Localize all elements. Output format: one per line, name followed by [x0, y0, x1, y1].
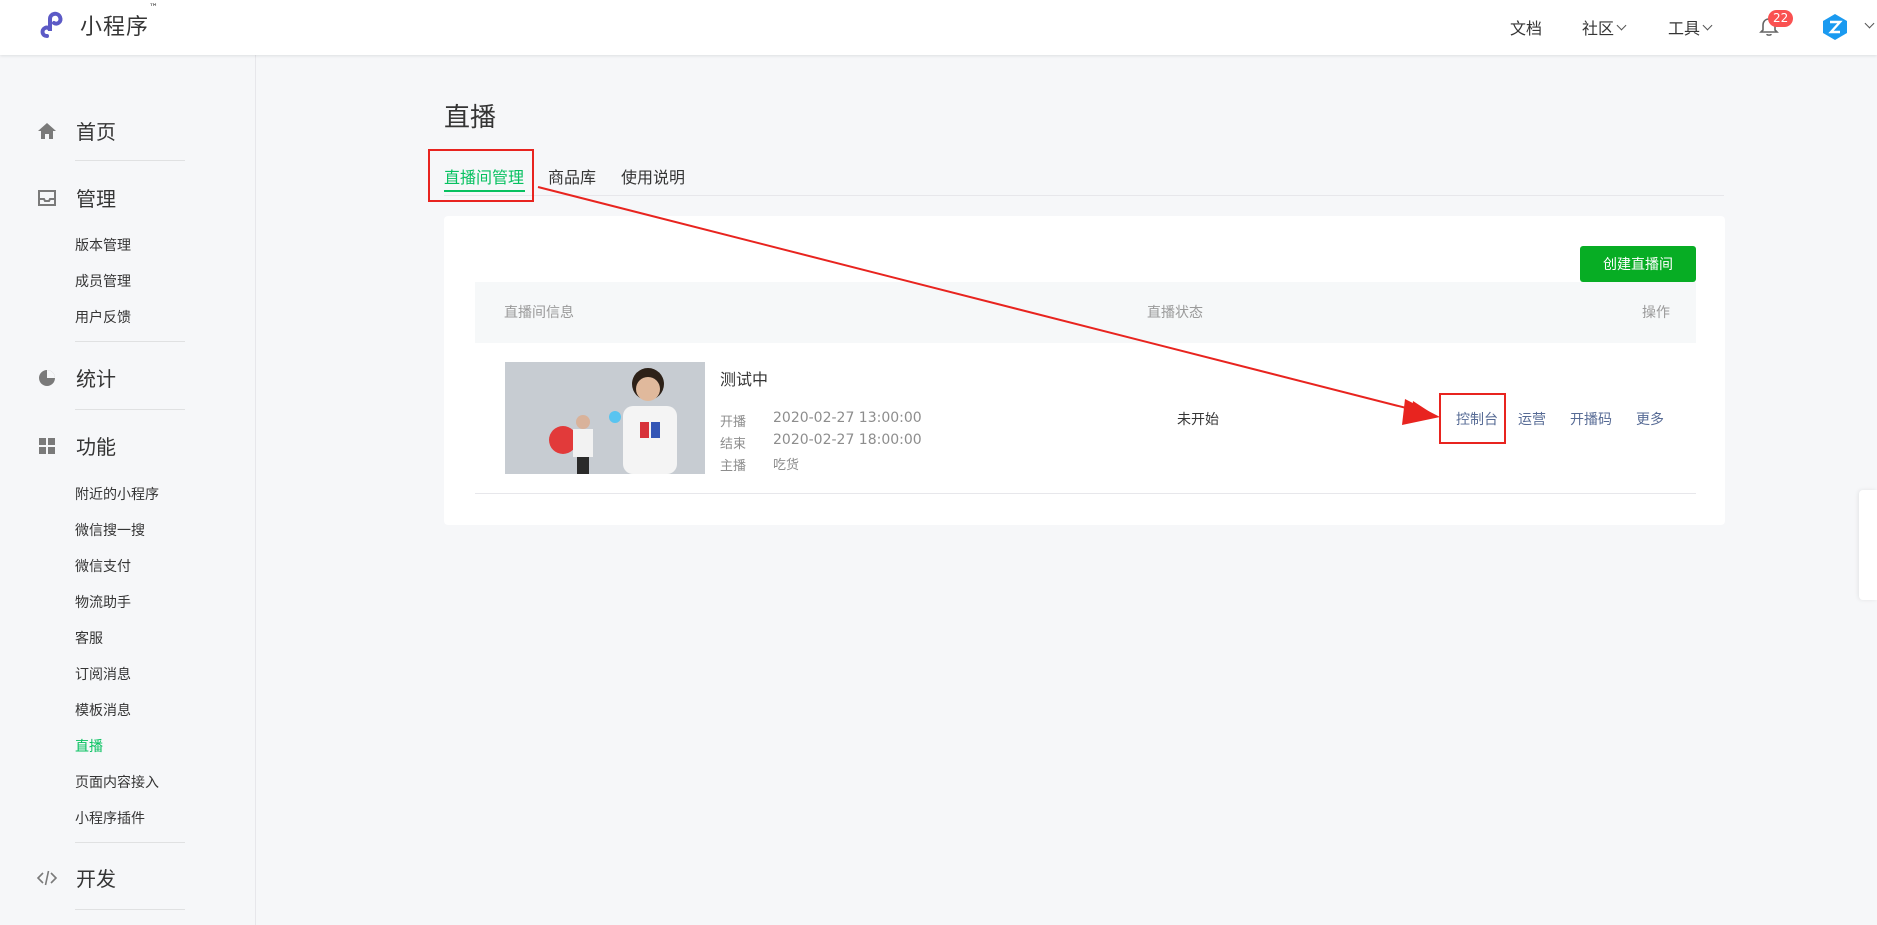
grid-icon: [39, 437, 55, 454]
account-chevron-down-icon[interactable]: [1864, 18, 1875, 29]
pie-chart-icon: [39, 369, 55, 386]
code-icon: [36, 870, 58, 885]
sidebar-divider: [75, 842, 185, 843]
nav-tools-label: 工具: [1668, 19, 1701, 38]
annotation-box-tab: [428, 149, 534, 202]
sidebar-item-page-content[interactable]: 页面内容接入: [75, 772, 159, 792]
tab-product-library[interactable]: 商品库: [548, 164, 596, 188]
sidebar-item-logistics[interactable]: 物流助手: [75, 592, 131, 612]
chevron-down-icon: [1616, 20, 1627, 30]
sidebar-group-title: 首页: [76, 120, 116, 144]
create-live-room-button[interactable]: 创建直播间: [1580, 246, 1696, 282]
live-room-card: 创建直播间 直播间信息 直播状态 操作 测试中 开播 2020-02-27 13…: [444, 216, 1725, 525]
nav-community[interactable]: 社区: [1582, 15, 1627, 39]
account-avatar-icon: [1823, 14, 1847, 40]
home-icon: [38, 122, 56, 139]
live-room-cover-image: [505, 362, 705, 474]
sidebar-divider: [75, 409, 185, 410]
sidebar-item-pay[interactable]: 微信支付: [75, 556, 131, 576]
tab-label: 商品库: [548, 168, 597, 187]
sidebar-item-plugin[interactable]: 小程序插件: [75, 808, 145, 828]
miniprogram-logo-icon: [40, 11, 63, 38]
sidebar-item-nearby[interactable]: 附近的小程序: [75, 484, 159, 504]
sidebar-group-title: 功能: [76, 435, 116, 459]
sidebar-item-members[interactable]: 成员管理: [75, 271, 131, 291]
annotation-box-console: [1439, 393, 1506, 444]
sidebar: 首页 管理 版本管理 成员管理 用户反馈 统计 功能 附近的小程序 微信搜一搜 …: [0, 55, 256, 925]
inbox-icon: [38, 189, 56, 206]
end-time: 2020-02-27 18:00:00: [773, 432, 922, 448]
sidebar-group-title: 统计: [76, 367, 116, 391]
nav-community-label: 社区: [1582, 19, 1615, 38]
tab-usage-guide[interactable]: 使用说明: [621, 164, 685, 188]
broadcast-code-link[interactable]: 开播码: [1570, 409, 1612, 429]
sidebar-divider: [75, 341, 185, 342]
table-header: 直播间信息 直播状态 操作: [475, 282, 1696, 343]
top-bar: 小程序™ 文档 社区 工具 22: [0, 0, 1877, 55]
sidebar-group-manage[interactable]: 管理: [36, 183, 116, 212]
tab-label: 使用说明: [621, 168, 686, 187]
notification-badge: 22: [1768, 10, 1794, 27]
sidebar-group-stats[interactable]: 统计: [36, 363, 116, 392]
sidebar-item-feedback[interactable]: 用户反馈: [75, 307, 131, 327]
sidebar-group-title: 开发: [76, 867, 116, 891]
sidebar-divider: [75, 909, 185, 910]
live-room-name: 测试中: [720, 370, 769, 389]
avatar[interactable]: [1821, 13, 1849, 41]
header-actions: 操作: [1642, 305, 1670, 321]
nav-docs-label: 文档: [1510, 19, 1543, 38]
sidebar-item-version[interactable]: 版本管理: [75, 235, 131, 255]
start-label: 开播: [720, 415, 747, 430]
operations-link[interactable]: 运营: [1518, 409, 1546, 429]
nav-tools[interactable]: 工具: [1668, 15, 1713, 39]
host-name: 吃货: [773, 458, 800, 473]
header-room-info: 直播间信息: [504, 305, 574, 321]
sidebar-item-search[interactable]: 微信搜一搜: [75, 520, 145, 540]
chevron-down-icon: [1702, 20, 1713, 30]
row-divider: [475, 493, 1696, 494]
more-link[interactable]: 更多: [1636, 409, 1664, 429]
sidebar-item-service[interactable]: 客服: [75, 628, 103, 648]
end-label: 结束: [720, 437, 747, 452]
sidebar-item-subscribe[interactable]: 订阅消息: [75, 664, 131, 684]
nav-docs[interactable]: 文档: [1510, 15, 1542, 39]
host-label: 主播: [720, 459, 747, 474]
start-time: 2020-02-27 13:00:00: [773, 410, 922, 426]
logo[interactable]: 小程序™: [38, 3, 160, 42]
sidebar-divider: [75, 160, 185, 161]
page-title: 直播: [444, 103, 497, 133]
floating-side-tab[interactable]: [1859, 490, 1877, 600]
live-status: 未开始: [1177, 412, 1219, 428]
logo-text: 小程序™: [80, 3, 160, 40]
sidebar-item-live[interactable]: 直播: [75, 736, 103, 756]
sidebar-group-features[interactable]: 功能: [36, 431, 116, 460]
sidebar-group-title: 管理: [76, 187, 116, 211]
sidebar-group-home[interactable]: 首页: [36, 116, 116, 145]
tab-bar: 直播间管理 商品库 使用说明: [444, 160, 1724, 196]
header-live-status: 直播状态: [1147, 305, 1203, 321]
sidebar-group-dev[interactable]: 开发: [36, 863, 116, 892]
sidebar-item-template[interactable]: 模板消息: [75, 700, 131, 720]
